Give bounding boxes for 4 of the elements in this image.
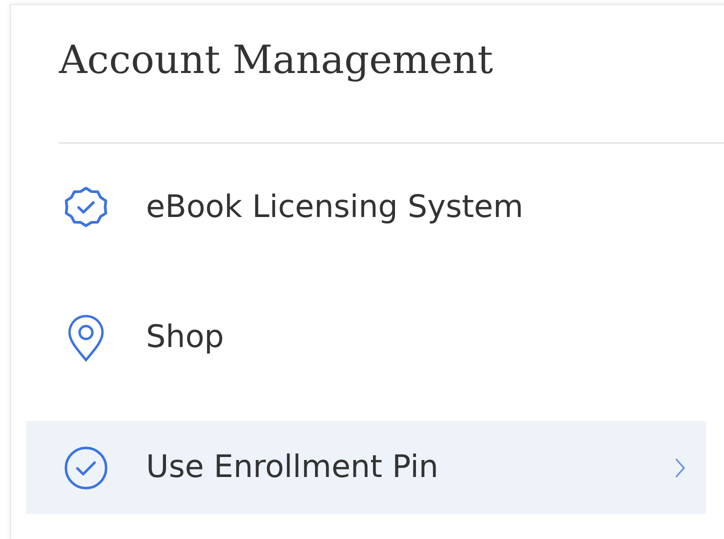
chevron-right-icon	[674, 456, 686, 478]
panel-title: Account Management	[59, 37, 494, 85]
menu-item[interactable]: Use Enrollment Pin	[26, 421, 706, 514]
check-circle-icon	[63, 444, 109, 490]
